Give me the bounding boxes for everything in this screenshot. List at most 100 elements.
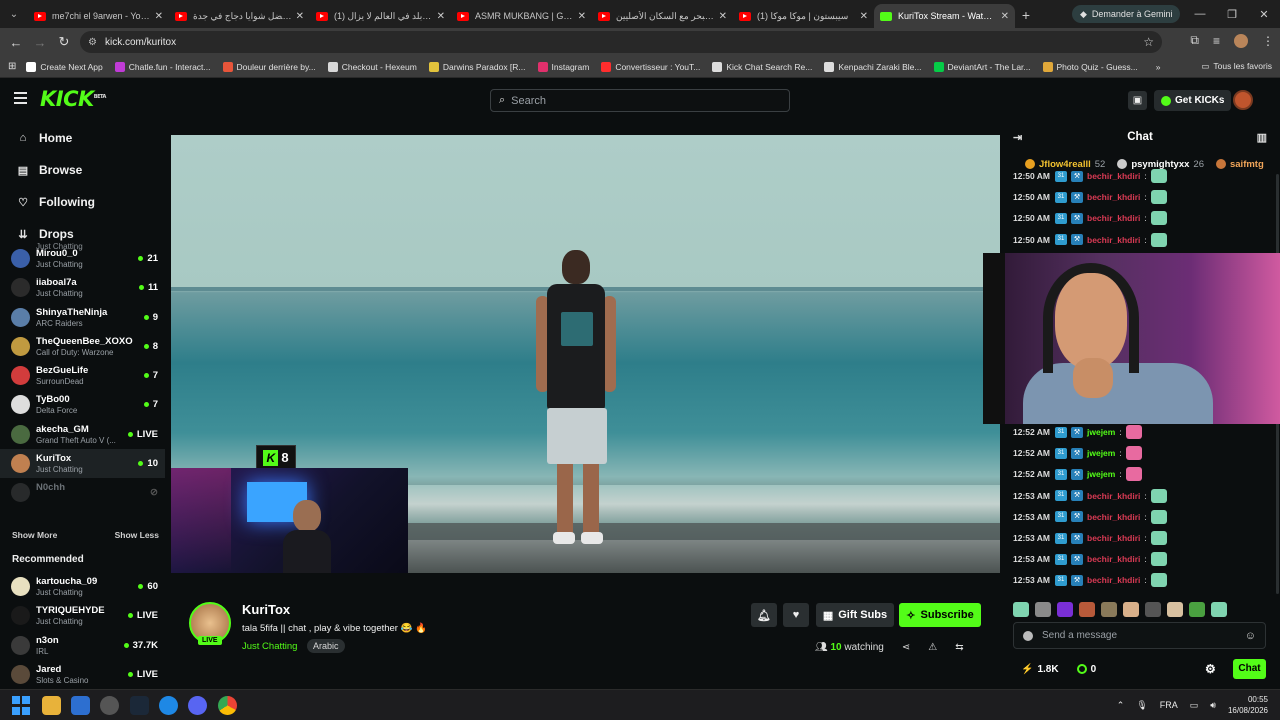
channel-points[interactable]: 0 xyxy=(1076,664,1096,675)
channel-item[interactable]: KuriTox Just Chatting 10 xyxy=(0,449,165,479)
language-indicator[interactable]: FRA xyxy=(1160,700,1178,710)
file-explorer-icon[interactable] xyxy=(42,696,61,715)
sidebar-nav-browse[interactable]: ▤ Browse xyxy=(0,154,165,186)
bookmarks-overflow-icon[interactable]: » xyxy=(1156,62,1161,72)
network-icon[interactable]: ▭ xyxy=(1190,700,1199,711)
report-icon[interactable]: ⚠ xyxy=(928,642,937,653)
all-bookmarks-button[interactable]: ▭ Tous les favoris xyxy=(1201,61,1272,72)
message-username[interactable]: bechir_khdiri xyxy=(1087,192,1140,202)
tab-close-icon[interactable]: ✕ xyxy=(155,11,163,22)
channel-item[interactable]: akecha_GM Grand Theft Auto V (... LIVE xyxy=(0,420,165,449)
message-username[interactable]: bechir_khdiri xyxy=(1087,235,1140,245)
store-icon[interactable] xyxy=(71,696,90,715)
channel-item[interactable]: iiaboal7a Just Chatting 11 xyxy=(0,273,165,302)
quick-emote-icon[interactable] xyxy=(1189,601,1205,617)
bookmark-item[interactable]: Douleur derrière by... xyxy=(222,61,316,72)
bookmark-item[interactable]: Create Next App xyxy=(26,61,103,72)
restore-icon[interactable]: ❐ xyxy=(1216,8,1248,21)
chat-settings-icon[interactable]: ⚙ xyxy=(1205,662,1216,676)
message-username[interactable]: bechir_khdiri xyxy=(1087,491,1140,501)
sidebar-nav-following[interactable]: ♡ Following xyxy=(0,186,165,218)
message-username[interactable]: jwejem xyxy=(1087,448,1115,458)
message-username[interactable]: bechir_khdiri xyxy=(1087,213,1140,223)
browser-tab[interactable]: دخلت البحر مع السكان الأصليين ✕ xyxy=(592,4,733,28)
tab-search-icon[interactable]: ⌄ xyxy=(0,9,28,20)
obs-icon[interactable] xyxy=(100,696,119,715)
quick-emote-icon[interactable] xyxy=(1123,601,1139,617)
clock[interactable]: 00:55 16/08/2026 xyxy=(1228,694,1268,716)
browser-tab[interactable]: ASMR MUKBANG | GRILLED ✕ xyxy=(451,4,592,28)
bookmark-item[interactable]: Convertisseur : YouT... xyxy=(601,61,700,72)
tab-close-icon[interactable]: ✕ xyxy=(860,11,868,22)
browser-menu-icon[interactable]: ⋮ xyxy=(1262,34,1274,48)
site-info-icon[interactable]: ⚙ xyxy=(88,37,97,48)
apps-grid-icon[interactable]: ⊞ xyxy=(8,61,16,72)
clip-icon[interactable]: ⇆ xyxy=(955,642,963,653)
chat-users-icon[interactable]: ▥ xyxy=(1257,131,1267,144)
collapse-chat-icon[interactable]: ⇥ xyxy=(1013,131,1022,144)
picture-in-picture-webcam[interactable] xyxy=(171,468,408,573)
quick-emote-icon[interactable] xyxy=(1145,601,1161,617)
bookmark-item[interactable]: Kick Chat Search Re... xyxy=(712,61,812,72)
channel-item[interactable]: kartoucha_09 Just Chatting 60 xyxy=(0,572,165,601)
tab-close-icon[interactable]: ✕ xyxy=(437,11,445,22)
streamer-name[interactable]: KuriTox xyxy=(242,602,290,617)
bookmark-item[interactable]: Checkout - Hexeum xyxy=(327,61,417,72)
menu-hamburger-icon[interactable] xyxy=(14,92,27,104)
channel-item[interactable]: BezGueLife SurrounDead 7 xyxy=(0,361,165,390)
extensions-icon[interactable]: ⧉ xyxy=(1190,33,1199,48)
quick-emote-icon[interactable] xyxy=(1079,601,1095,617)
channel-item[interactable]: Mirou0_0 Just Chatting 21 xyxy=(0,244,165,273)
notification-bell-button[interactable]: 🔔︎ xyxy=(751,603,777,627)
kick-logo[interactable]: KICKBETA xyxy=(40,87,106,111)
chrome-icon[interactable] xyxy=(218,696,237,715)
browser-tab[interactable]: (1) سيبستون | موكا موكا ✕ xyxy=(733,4,874,28)
quick-emote-icon[interactable] xyxy=(1167,601,1183,617)
subscribe-button[interactable]: ✧ Subscribe xyxy=(899,603,981,627)
share-icon[interactable]: ⋖ xyxy=(902,642,910,653)
channel-item[interactable]: n3on IRL 37.7K xyxy=(0,631,165,660)
follow-heart-button[interactable]: ♥ xyxy=(783,603,809,627)
url-input[interactable]: ⚙ kick.com/kuritox ☆ xyxy=(80,31,1162,53)
profile-avatar[interactable] xyxy=(1234,33,1248,48)
leaderboard-entry[interactable]: saifmtg xyxy=(1215,159,1268,170)
channel-item[interactable]: TyBo00 Delta Force 7 xyxy=(0,390,165,419)
browser-tab[interactable]: me7chi el 9arwen - YouTube ✕ xyxy=(28,4,169,28)
tray-overflow-icon[interactable]: ⌃ xyxy=(1117,700,1125,711)
show-less-button[interactable]: Show Less xyxy=(115,530,159,540)
message-username[interactable]: bechir_khdiri xyxy=(1087,533,1140,543)
media-icon[interactable]: ≡ xyxy=(1213,34,1220,48)
channel-item[interactable]: Jared Slots & Casino LIVE xyxy=(0,660,165,689)
discord-icon[interactable] xyxy=(188,696,207,715)
message-username[interactable]: bechir_khdiri xyxy=(1087,512,1140,522)
tab-close-icon[interactable]: ✕ xyxy=(719,11,727,22)
browser-tab[interactable]: KuriTox Stream - Watch Live ✕ xyxy=(874,4,1015,28)
bookmark-item[interactable]: Darwins Paradox [R... xyxy=(428,61,526,72)
close-window-icon[interactable]: ✕ xyxy=(1248,8,1280,21)
get-kicks-button[interactable]: Get KICKs xyxy=(1154,90,1232,111)
tab-close-icon[interactable]: ✕ xyxy=(578,11,586,22)
minimize-icon[interactable]: — xyxy=(1184,8,1216,20)
emoji-picker-icon[interactable]: ☺ xyxy=(1245,630,1256,642)
back-icon[interactable]: ← xyxy=(4,35,28,50)
forward-icon[interactable]: → xyxy=(28,35,52,50)
bookmark-item[interactable]: DeviantArt - The Lar... xyxy=(933,61,1031,72)
bookmark-item[interactable]: Photo Quiz - Guess... xyxy=(1042,61,1138,72)
message-username[interactable]: jwejem xyxy=(1087,427,1115,437)
stream-language-tag[interactable]: Arabic xyxy=(307,639,345,653)
microphone-icon[interactable]: 🎙︎ xyxy=(1136,700,1147,711)
mod-tools-icon[interactable]: ▣ xyxy=(1128,91,1147,110)
message-username[interactable]: bechir_khdiri xyxy=(1087,171,1140,181)
message-username[interactable]: jwejem xyxy=(1087,469,1115,479)
tab-close-icon[interactable]: ✕ xyxy=(1001,11,1009,22)
channel-item[interactable]: N0chh ⊘ xyxy=(0,478,165,507)
quick-emote-icon[interactable] xyxy=(1211,601,1227,617)
bookmark-item[interactable]: Kenpachi Zaraki Ble... xyxy=(824,61,922,72)
gift-subs-button[interactable]: ▦ Gift Subs xyxy=(816,603,894,627)
app-icon[interactable] xyxy=(159,696,178,715)
message-username[interactable]: bechir_khdiri xyxy=(1087,554,1140,564)
quick-emote-icon[interactable] xyxy=(1057,601,1073,617)
bookmark-item[interactable]: Instagram xyxy=(537,61,589,72)
channel-item[interactable]: TheQueenBee_XOXO Call of Duty: Warzone 8 xyxy=(0,332,165,361)
steam-icon[interactable] xyxy=(130,696,149,715)
